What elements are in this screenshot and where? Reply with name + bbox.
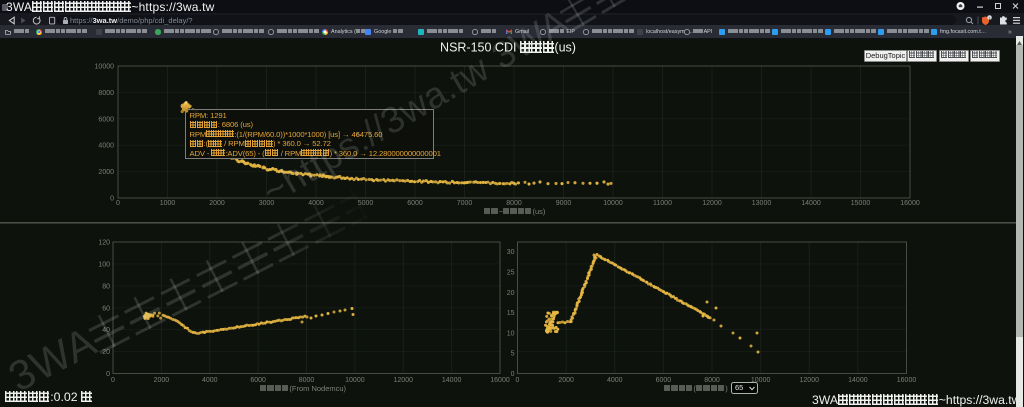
svg-text:16000: 16000 [897, 377, 917, 384]
svg-text:0: 0 [110, 196, 114, 203]
svg-text:4000: 4000 [308, 200, 324, 207]
svg-text:16000: 16000 [490, 377, 510, 384]
svg-text:20: 20 [102, 349, 110, 356]
svg-text:10000: 10000 [603, 200, 623, 207]
svg-text:2000: 2000 [98, 169, 114, 176]
svg-text:25: 25 [507, 270, 515, 277]
svg-text:14000: 14000 [442, 377, 462, 384]
svg-text:8000: 8000 [299, 377, 315, 384]
svg-text:2000: 2000 [209, 200, 225, 207]
svg-text:2000: 2000 [154, 377, 170, 384]
svg-text:6000: 6000 [407, 200, 423, 207]
svg-text:15000: 15000 [851, 200, 871, 207]
svg-text:12000: 12000 [800, 377, 820, 384]
svg-text:80: 80 [102, 283, 110, 290]
svg-text:0: 0 [516, 377, 520, 384]
svg-text:1000: 1000 [160, 200, 176, 207]
svg-text:0: 0 [511, 371, 515, 378]
svg-text:9000: 9000 [556, 200, 572, 207]
svg-text:40: 40 [102, 327, 110, 334]
svg-text:6000: 6000 [98, 116, 114, 123]
svg-text:100: 100 [98, 261, 110, 268]
svg-text:0: 0 [111, 377, 115, 384]
svg-text:60: 60 [102, 305, 110, 312]
svg-text:8000: 8000 [704, 377, 720, 384]
svg-text:12000: 12000 [394, 377, 414, 384]
svg-text:10: 10 [507, 330, 515, 337]
svg-text:20: 20 [507, 290, 515, 297]
svg-text:4000: 4000 [98, 143, 114, 150]
svg-text:13000: 13000 [752, 200, 772, 207]
svg-text:7000: 7000 [457, 200, 473, 207]
svg-text:10000: 10000 [95, 64, 115, 71]
svg-text:14000: 14000 [801, 200, 821, 207]
svg-text:30: 30 [507, 249, 515, 256]
svg-text:120: 120 [98, 240, 110, 247]
svg-text:5000: 5000 [358, 200, 374, 207]
svg-text:0: 0 [116, 200, 120, 207]
svg-text:10000: 10000 [345, 377, 365, 384]
svg-text:6000: 6000 [656, 377, 672, 384]
svg-text:14000: 14000 [848, 377, 868, 384]
svg-text:8000: 8000 [98, 90, 114, 97]
svg-text:15: 15 [507, 310, 515, 317]
svg-text:2000: 2000 [558, 377, 574, 384]
svg-text:5: 5 [511, 351, 515, 358]
svg-text:4000: 4000 [202, 377, 218, 384]
svg-text:1: 1 [989, 16, 991, 20]
svg-text:11000: 11000 [653, 200, 672, 207]
svg-text:12000: 12000 [702, 200, 722, 207]
svg-text:3000: 3000 [259, 200, 275, 207]
svg-text:6000: 6000 [250, 377, 266, 384]
svg-text:8000: 8000 [506, 200, 522, 207]
svg-text:0: 0 [106, 371, 110, 378]
svg-text:16000: 16000 [900, 200, 920, 207]
svg-text:4000: 4000 [607, 377, 623, 384]
